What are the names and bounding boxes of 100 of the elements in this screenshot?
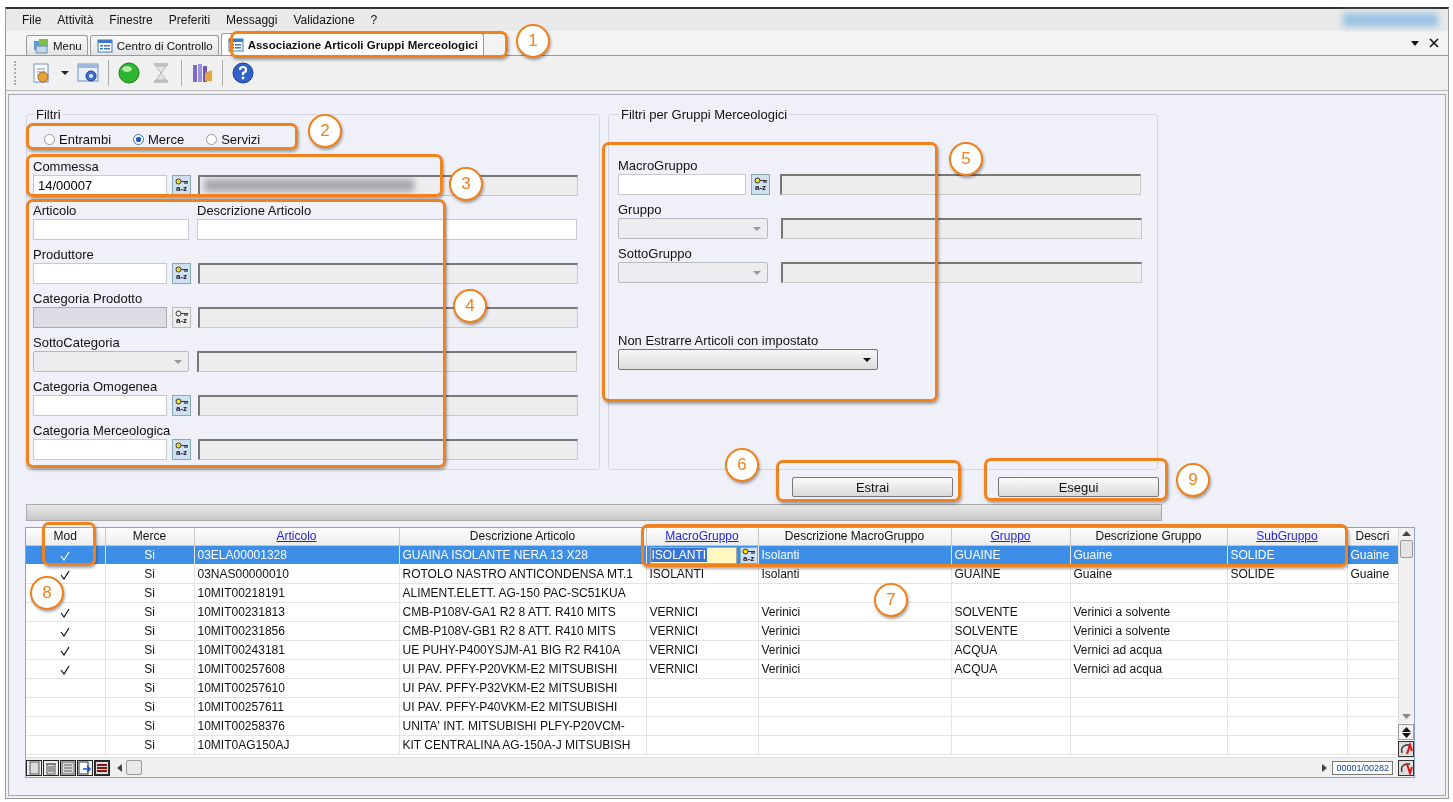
column-header[interactable]: Articolo <box>194 528 399 546</box>
table-cell: VERNICI <box>649 605 699 619</box>
tab[interactable]: Associazione Articoli Gruppi Merceologici <box>220 33 484 55</box>
table-row[interactable]: Si 10MIT00258376 UNITA' INT. MITSUBISHI PLFY-P20VCM- <box>26 716 1398 736</box>
table-row[interactable]: Si 10MIT00231856 CMB-P108V-GB1 R2 8 ATT. R410 MITS VERNICI Verinici SOLVENTE Verinici a solvente <box>26 621 1398 641</box>
horizontal-scrollbar[interactable] <box>117 759 1328 776</box>
input-field[interactable]: 14/00007 <box>33 175 167 196</box>
action-button[interactable]: Estrai <box>792 477 953 497</box>
table-cell: GUAINA ISOLANTE NERA 13 X28 <box>402 548 588 562</box>
scroll-thumb[interactable] <box>1400 540 1413 558</box>
lookup-button[interactable]: a-z <box>172 263 191 284</box>
settings-icon <box>76 61 100 85</box>
refresh-button[interactable] <box>1398 741 1414 757</box>
table-row[interactable]: Si 10MIT00257608 UI PAV. PFFY-P20VKM-E2 MITSUBISHI VERNICI Verinici ACQUA Vernici ad acqua <box>26 659 1398 679</box>
table-cell: 03ELA00001328 <box>197 548 287 562</box>
scroll-thumb[interactable] <box>126 760 142 775</box>
check-icon <box>60 607 71 618</box>
field-label: SottoGruppo <box>618 246 692 262</box>
table-cell: SOLIDE <box>1230 548 1275 562</box>
column-header: Descrizione Articolo <box>399 528 646 546</box>
check-icon <box>60 626 71 637</box>
table-cell: Verinici a solvente <box>1073 605 1171 619</box>
lookup-button[interactable]: a-z <box>172 439 191 460</box>
input-field[interactable] <box>33 439 167 460</box>
radio-button[interactable] <box>44 133 55 145</box>
radio-option[interactable]: Entrambi <box>44 131 112 147</box>
radio-button[interactable] <box>206 133 218 145</box>
input-field[interactable] <box>33 263 167 284</box>
menu-item[interactable]: Validazione <box>285 13 363 27</box>
table-cell: Si <box>144 624 155 638</box>
table-cell: ISOLANTI <box>649 567 705 581</box>
lookup-button[interactable]: a-z <box>172 395 191 416</box>
column-header[interactable]: Gruppo <box>951 528 1070 546</box>
lookup-button[interactable]: a-z <box>172 175 191 196</box>
grid-tool-button[interactable] <box>94 759 110 776</box>
table-cell: Si <box>144 548 155 562</box>
refresh-button[interactable] <box>1398 759 1414 776</box>
column-header[interactable]: MacroGruppo <box>646 528 758 546</box>
menu-item[interactable]: Messaggi <box>218 13 286 27</box>
ball-icon <box>117 61 141 85</box>
menu-item[interactable]: ? <box>362 13 386 27</box>
table-cell: Si <box>144 681 155 695</box>
table-cell: ACQUA <box>954 662 998 676</box>
radio-button[interactable] <box>133 133 145 145</box>
table-cell: Guaine <box>1350 567 1390 581</box>
arrow-down-icon <box>1401 732 1411 738</box>
table-cell: Si <box>144 719 155 733</box>
radio-option[interactable]: Merce <box>133 131 185 147</box>
menu-item[interactable]: File <box>14 13 50 27</box>
table-cell: 03NAS00000010 <box>197 567 289 581</box>
dropdown[interactable] <box>618 349 878 370</box>
tab[interactable]: Centro di Controllo <box>89 35 219 55</box>
table-row[interactable]: Si 03ELA00001328 GUAINA ISOLANTE NERA 13 X28 ISOLANTI a-z Isolanti GUAINE Guaine SOLIDE Guaine <box>26 545 1398 565</box>
grid-tool-button[interactable] <box>60 759 76 776</box>
table-cell: CMB-P108V-GB1 R2 8 ATT. R410 MITS <box>402 624 616 638</box>
grid-tool-button[interactable] <box>43 759 59 776</box>
table-row[interactable]: Si 10MIT00257611 UI PAV. PFFY-P40VKM-E2 MITSUBISHI <box>26 697 1398 717</box>
close-icon[interactable] <box>1428 37 1440 49</box>
input-field[interactable] <box>33 395 167 416</box>
menu-item[interactable]: Finestre <box>101 13 161 27</box>
input-field[interactable] <box>197 219 577 240</box>
table-cell: CMB-P108V-GA1 R2 8 ATT. R410 MITS <box>402 605 616 619</box>
table-row[interactable]: Si 10MIT00243181 UE PUHY-P400YSJM-A1 BIG R2 R410A VERNICI Verinici ACQUA Vernici ad acqua <box>26 640 1398 660</box>
table-cell: Si <box>144 662 155 676</box>
input-field[interactable] <box>618 174 746 195</box>
vertical-scrollbar[interactable] <box>1398 528 1414 723</box>
table-cell: Guaine <box>1073 548 1113 562</box>
field-label: Non Estrarre Articoli con impostato <box>618 333 819 349</box>
grid-tool-button[interactable] <box>77 759 93 776</box>
action-button[interactable]: Esegui <box>998 477 1159 497</box>
key-icon <box>174 310 189 317</box>
table-row[interactable]: Si 10MIT00257610 UI PAV. PFFY-P32VKM-E2 MITSUBISHI <box>26 678 1398 698</box>
radio-option[interactable]: Servizi <box>206 131 261 147</box>
radio-label: Servizi <box>221 131 261 147</box>
tab[interactable]: Menu <box>26 35 88 55</box>
cell-input[interactable]: ISOLANTI <box>649 546 737 564</box>
lookup-button[interactable]: a-z <box>751 174 770 195</box>
splitter-bar[interactable] <box>26 504 1162 521</box>
grip-handle[interactable] <box>14 61 19 85</box>
column-header: Merce <box>105 528 194 546</box>
caret-icon <box>61 70 69 76</box>
caret-icon <box>752 225 762 232</box>
caret-icon <box>752 269 762 276</box>
menu-item[interactable]: Preferiti <box>160 13 219 27</box>
table-cell: Si <box>144 643 155 657</box>
table-cell: UNITA' INT. MITSUBISHI PLFY-P20VCM- <box>402 719 625 733</box>
field-label: MacroGruppo <box>618 158 698 174</box>
input-field[interactable] <box>33 219 189 240</box>
table-row[interactable]: Si 10MIT0AG150AJ KIT CENTRALINA AG-150A-J MITSUBISH <box>26 735 1398 755</box>
check-icon <box>60 569 71 580</box>
caret-icon[interactable] <box>1410 39 1420 47</box>
table-cell: 10MIT00257611 <box>197 700 284 714</box>
grid-tool-button[interactable] <box>26 759 42 776</box>
menu-item[interactable]: Attività <box>49 13 102 27</box>
table-cell: UI PAV. PFFY-P20VKM-E2 MITSUBISHI <box>402 662 618 676</box>
column-header[interactable]: SubGruppo <box>1227 528 1347 546</box>
spin-button[interactable] <box>1398 724 1414 740</box>
lookup-button[interactable]: a-z <box>739 546 757 564</box>
table-row[interactable]: Si 03NAS00000010 ROTOLO NASTRO ANTICONDENSA MT.1 ISOLANTI Isolanti GUAINE Guaine SOLIDE Guaine <box>26 564 1398 584</box>
table-cell: Verinici <box>761 643 801 657</box>
